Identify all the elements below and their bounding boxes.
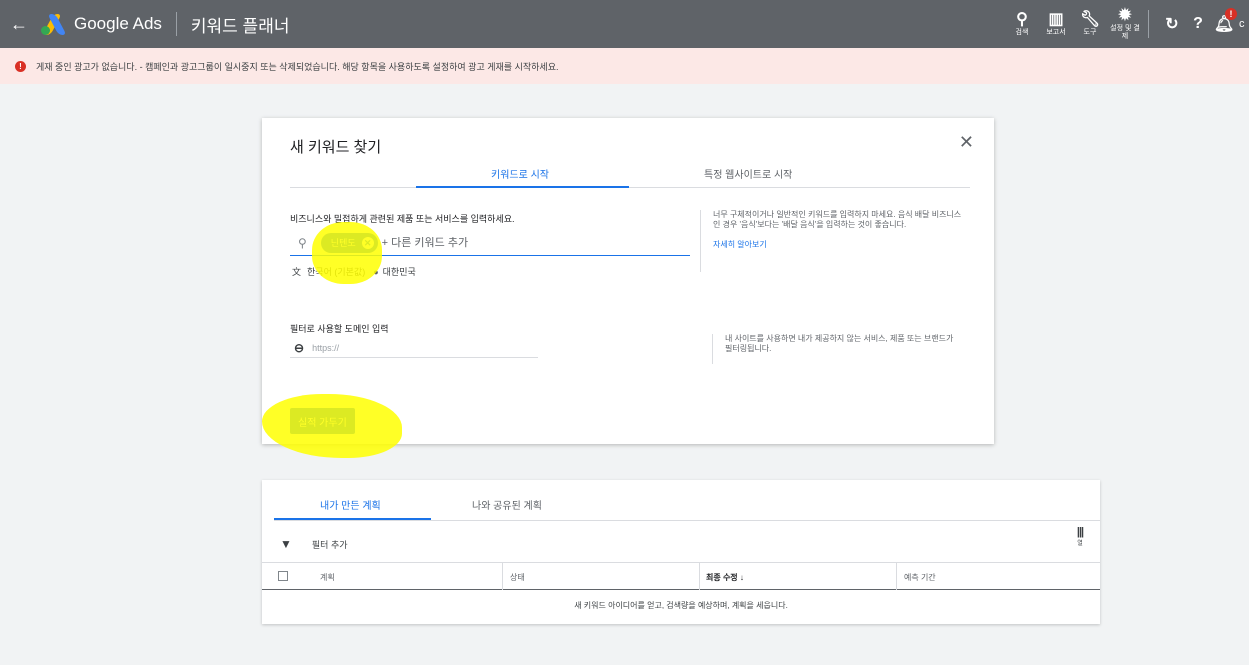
refresh-icon[interactable]: ↻ — [1159, 14, 1185, 34]
column-plan[interactable]: 계획 — [320, 572, 335, 583]
keyword-chip-label: 닌텐도 — [330, 238, 356, 248]
domain-field-label: 필터로 사용할 도메인 입력 — [290, 324, 389, 334]
account-avatar[interactable]: c — [1239, 18, 1249, 30]
tab-my-plans[interactable]: 내가 만든 계획 — [320, 497, 381, 512]
keyword-help-text: 너무 구체적이거나 일반적인 키워드를 입력하지 마세요. 음식 배달 비즈니스… — [713, 210, 962, 229]
reports-tool-button[interactable]: ▥ 보고서 — [1040, 11, 1072, 37]
language-location-row: 文 한국어 (기본값) ● 대한민국 — [292, 265, 416, 278]
domain-help-text: 내 사이트를 사용하면 내가 제공하지 않는 서비스, 제품 또는 브랜드가 필… — [712, 334, 962, 364]
reports-tool-label: 보고서 — [1046, 29, 1066, 36]
get-results-button[interactable]: 실적 가두기 — [290, 408, 355, 434]
keyword-field-label: 비즈니스와 밀접하게 관련된 제품 또는 서비스를 입력하세요. — [290, 214, 515, 224]
google-ads-logo[interactable] — [40, 13, 67, 35]
notification-badge: ! — [1225, 8, 1237, 20]
search-tool-label: 검색 — [1015, 29, 1029, 36]
plans-tabs: 내가 만든 계획 나와 공유된 계획 — [274, 480, 594, 520]
tools-tool-button[interactable]: 🔧︎ 도구 — [1074, 11, 1106, 37]
translate-icon: 文 — [292, 267, 302, 277]
settings-tool-label: 설정 및 결제 — [1110, 25, 1140, 40]
tab-start-with-website[interactable]: 특정 웹사이트로 시작 — [704, 166, 792, 181]
column-forecast-period[interactable]: 예측 기간 — [904, 572, 936, 583]
header-tools: ⚲ 검색 ▥ 보고서 🔧︎ 도구 ✹ 설정 및 결제 ↻ ? 🔔︎! c — [1006, 0, 1249, 48]
filter-icon[interactable]: ▼ — [280, 537, 292, 551]
columns-icon: ||| — [1076, 526, 1084, 538]
columns-label: 열 — [1077, 541, 1083, 547]
notifications-bell-icon[interactable]: 🔔︎! — [1211, 8, 1237, 34]
tabs-divider — [274, 520, 1100, 521]
language-selector[interactable]: 한국어 (기본값) — [307, 265, 365, 278]
column-divider — [502, 563, 503, 590]
column-last-modified[interactable]: 최종 수정 ↓ — [706, 572, 744, 583]
reports-icon: ▥ — [1048, 11, 1064, 28]
column-divider — [896, 563, 897, 590]
page-title: 키워드 플래너 — [190, 16, 290, 36]
arrow-left-icon[interactable]: ← — [4, 14, 34, 35]
link-icon: ⊖ — [294, 340, 305, 355]
search-icon: ⚲ — [298, 235, 307, 250]
gear-icon: ✹ — [1118, 7, 1132, 24]
dialog-title: 새 키워드 찾기 — [290, 139, 382, 156]
close-icon[interactable]: ✕ — [959, 132, 974, 153]
alert-message: 게재 중인 광고가 없습니다. - 캠페인과 광고그룹이 일시중지 또는 삭제되… — [36, 61, 559, 72]
location-pin-icon: ● — [373, 266, 379, 277]
keyword-help-panel: 너무 구체적이거나 일반적인 키워드를 입력하지 마세요. 음식 배달 비즈니스… — [700, 210, 962, 272]
brand-name[interactable]: Google Ads — [74, 14, 162, 34]
empty-state-message: 새 키워드 아이디어를 얻고, 검색량을 예상하며, 계획을 세웁니다. — [574, 601, 788, 610]
keyword-plans-card: 내가 만든 계획 나와 공유된 계획 ▼ 필터 추가 ||| 열 계획 상태 최… — [262, 480, 1100, 624]
wrench-icon: 🔧︎ — [1079, 11, 1101, 28]
no-ads-alert-banner: ! 게재 중인 광고가 없습니다. - 캠페인과 광고그룹이 일시중지 또는 삭… — [0, 48, 1249, 84]
remove-chip-icon[interactable]: ✕ — [361, 236, 374, 249]
tab-shared-plans[interactable]: 나와 공유된 계획 — [472, 497, 542, 512]
filter-bar: ▼ 필터 추가 ||| 열 — [278, 526, 1088, 558]
keyword-chip[interactable]: 닌텐도 ✕ — [320, 232, 378, 253]
column-divider — [699, 563, 700, 590]
tab-start-with-keywords[interactable]: 키워드로 시작 — [491, 166, 549, 181]
add-keyword-input[interactable] — [381, 236, 582, 249]
error-icon: ! — [15, 60, 26, 72]
plans-table-header: 계획 상태 최종 수정 ↓ 예측 기간 — [262, 562, 1100, 590]
search-tool-button[interactable]: ⚲ 검색 — [1006, 11, 1038, 37]
settings-tool-button[interactable]: ✹ 설정 및 결제 — [1108, 7, 1142, 41]
help-icon[interactable]: ? — [1185, 15, 1211, 33]
tools-tool-label: 도구 — [1083, 29, 1097, 36]
columns-button[interactable]: ||| 열 — [1072, 526, 1088, 547]
dialog-tabs: 키워드로 시작 특정 웹사이트로 시작 — [290, 158, 970, 188]
column-status[interactable]: 상태 — [510, 572, 525, 583]
tools-divider — [1148, 10, 1149, 38]
learn-more-link[interactable]: 자세히 알아보기 — [713, 240, 962, 250]
domain-input[interactable] — [312, 342, 513, 353]
keyword-input-field[interactable]: ⚲ 닌텐도 ✕ — [290, 230, 690, 256]
select-all-checkbox[interactable] — [278, 571, 288, 581]
top-app-bar: ← Google Ads 키워드 플래너 ⚲ 검색 ▥ 보고서 🔧︎ 도구 ✹ … — [0, 0, 1249, 48]
header-divider — [175, 12, 177, 36]
find-keywords-dialog: 새 키워드 찾기 ✕ 키워드로 시작 특정 웹사이트로 시작 비즈니스와 밀접하… — [262, 118, 994, 444]
active-tab-indicator — [416, 186, 629, 188]
add-filter-button[interactable]: 필터 추가 — [312, 538, 348, 551]
location-selector[interactable]: 대한민국 — [383, 265, 416, 278]
search-icon: ⚲ — [1016, 11, 1028, 28]
domain-input-field[interactable]: ⊖ — [290, 338, 538, 358]
